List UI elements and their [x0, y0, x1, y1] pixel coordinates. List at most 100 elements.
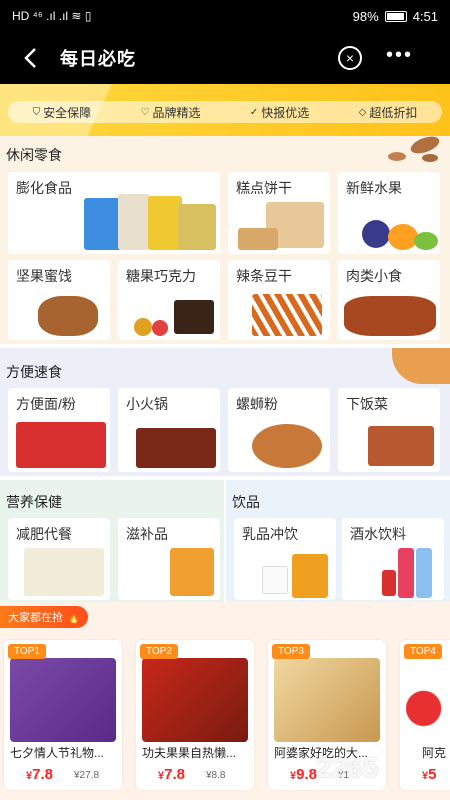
product-image [178, 204, 216, 250]
category-label: 糖果巧克力 [126, 268, 196, 284]
tag-icon: ◇ [358, 106, 367, 118]
product-image [136, 428, 216, 468]
product-image [362, 220, 390, 248]
status-bar: HD ⁴⁶ .ıl .ıl ≋ ▯ 98% 4:51 [0, 0, 450, 32]
clock: 4:51 [412, 8, 438, 24]
shield-icon: ⛉ [32, 106, 41, 118]
category-label: 辣条豆干 [236, 268, 292, 284]
product-price: ¥7.8 [158, 766, 185, 783]
product-image [292, 554, 328, 598]
almond-decoration [370, 133, 450, 174]
category-label: 肉类小食 [346, 268, 402, 284]
original-price: ¥8.8 [206, 770, 226, 781]
status-left: HD ⁴⁶ .ıl .ıl ≋ ▯ [12, 9, 91, 23]
category-label: 糕点饼干 [236, 180, 292, 196]
badge-brand: ♡ 品牌精选 [140, 105, 201, 120]
close-icon: × [345, 50, 355, 66]
category-label: 酒水饮料 [350, 526, 406, 542]
category-dairy-drinks[interactable]: 乳品冲饮 [234, 518, 336, 600]
category-fresh-fruit[interactable]: 新鲜水果 [338, 172, 440, 254]
battery-text: 98% [352, 8, 379, 24]
watermark-sub: 手游网 [410, 760, 440, 771]
category-label: 滋补品 [126, 526, 168, 542]
rank-badge: TOP3 [272, 644, 310, 659]
product-image [142, 658, 248, 742]
product-image [406, 658, 450, 742]
category-spicy-strips-tofu[interactable]: 辣条豆干 [228, 260, 330, 340]
category-alcohol-beverages[interactable]: 酒水饮料 [342, 518, 444, 600]
product-image [152, 320, 168, 336]
product-image [16, 422, 106, 468]
page-title: 每日必吃 [60, 49, 136, 69]
category-label: 螺蛳粉 [236, 396, 278, 412]
category-pastry-biscuits[interactable]: 糕点饼干 [228, 172, 330, 254]
status-right: 98% 4:51 [353, 9, 438, 24]
original-price: ¥27.8 [74, 770, 100, 781]
category-label: 乳品冲饮 [242, 526, 298, 542]
category-instant-noodles[interactable]: 方便面/粉 [8, 388, 110, 472]
check-circle-icon: ✓ [249, 106, 259, 118]
product-image [382, 570, 396, 596]
heart-icon: ♡ [140, 106, 150, 118]
hot-deals-tag: 大家都在抢 🔥 [0, 606, 88, 628]
product-image [262, 566, 288, 594]
section-title-instant: 方便速食 [6, 364, 62, 380]
more-menu-button[interactable]: ••• [386, 44, 413, 67]
fire-icon: 🔥 [67, 611, 81, 624]
category-diet-meal[interactable]: 减肥代餐 [8, 518, 110, 600]
product-image [174, 300, 214, 334]
product-image [368, 426, 434, 466]
product-image [38, 296, 98, 336]
category-label: 小火锅 [126, 396, 168, 412]
back-button[interactable] [0, 32, 60, 84]
nav-bar: 每日必吃 × ••• [0, 32, 450, 84]
category-mini-hotpot[interactable]: 小火锅 [118, 388, 220, 472]
signal-icons: HD ⁴⁶ .ıl .ıl ≋ ▯ [12, 9, 92, 23]
category-candy-chocolate[interactable]: 糖果巧克力 [118, 260, 220, 340]
product-image [252, 424, 322, 468]
category-nuts-dried-fruit[interactable]: 坚果蜜饯 [8, 260, 110, 340]
rank-badge: TOP1 [8, 644, 46, 659]
product-image [238, 228, 278, 250]
product-name: 七夕情人节礼物... [10, 746, 105, 760]
section-title-drinks: 饮品 [232, 494, 260, 510]
category-side-dishes[interactable]: 下饭菜 [338, 388, 440, 472]
product-image [344, 296, 436, 336]
product-image [252, 294, 322, 336]
section-title-health: 营养保健 [6, 494, 62, 510]
category-tonics[interactable]: 滋补品 [118, 518, 220, 600]
battery-icon [384, 10, 407, 22]
product-image [416, 548, 432, 598]
product-price: ¥7.8 [26, 766, 53, 783]
watermark: 2265 [316, 752, 379, 783]
product-name: 功夫果果自热懒... [142, 746, 237, 760]
category-label: 膨化食品 [16, 180, 72, 196]
product-image [414, 232, 438, 250]
category-label: 坚果蜜饯 [16, 268, 72, 284]
category-label: 下饭菜 [346, 396, 388, 412]
rank-badge: TOP4 [404, 644, 442, 659]
rank-badge: TOP2 [140, 644, 178, 659]
product-image [10, 658, 116, 742]
close-button[interactable]: × [338, 46, 362, 70]
badge-safety: ⛉ 安全保障 [32, 105, 92, 120]
category-label: 方便面/粉 [16, 396, 76, 412]
product-image [118, 194, 150, 250]
category-puffed-food[interactable]: 膨化食品 [8, 172, 220, 254]
badge-select: ✓ 快报优选 [249, 105, 310, 120]
category-luosifen[interactable]: 螺蛳粉 [228, 388, 330, 472]
product-image [388, 224, 418, 250]
product-image [398, 548, 414, 598]
section-title-snacks: 休闲零食 [6, 147, 62, 163]
back-arrow-icon [24, 48, 36, 68]
category-meat-snacks[interactable]: 肉类小食 [338, 260, 440, 340]
product-image [274, 658, 380, 742]
product-image [148, 196, 182, 250]
product-card[interactable]: TOP2 功夫果果自热懒... ¥7.8 ¥8.8 [136, 640, 254, 790]
product-image [134, 318, 152, 336]
category-label: 新鲜水果 [346, 180, 402, 196]
badge-discount: ◇ 超低折扣 [358, 105, 418, 120]
category-label: 减肥代餐 [16, 526, 72, 542]
product-card[interactable]: TOP1 七夕情人节礼物... ¥7.8 ¥27.8 [4, 640, 122, 790]
product-image [170, 548, 214, 596]
